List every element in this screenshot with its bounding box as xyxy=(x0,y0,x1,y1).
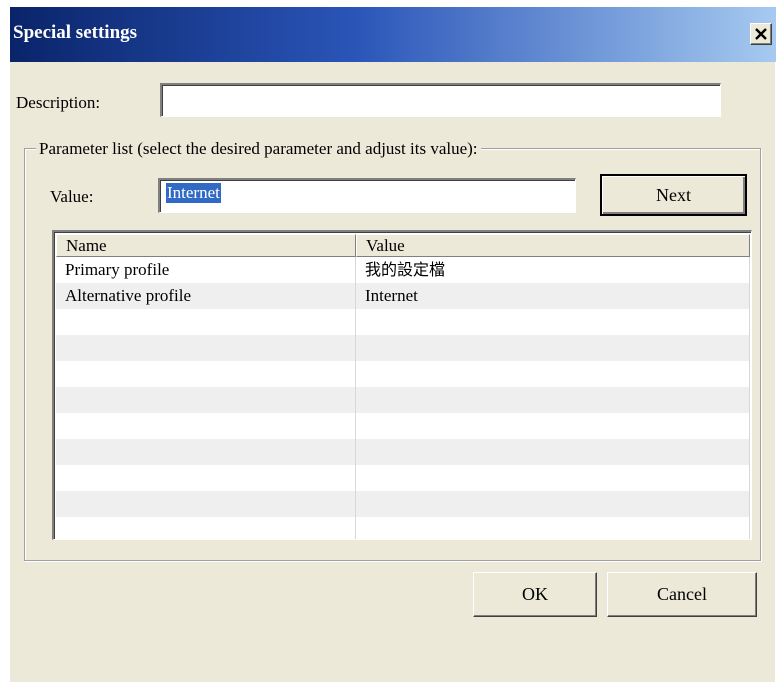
row-name-cell xyxy=(56,517,356,539)
column-header-value[interactable]: Value xyxy=(356,234,750,257)
row-value-cell: 我的設定檔 xyxy=(356,257,750,283)
table-row[interactable]: Primary profile 我的設定檔 xyxy=(56,257,750,283)
row-value-cell xyxy=(356,439,750,465)
row-name-cell xyxy=(56,335,356,361)
table-row[interactable] xyxy=(56,439,750,465)
row-name-cell xyxy=(56,413,356,439)
table-row[interactable] xyxy=(56,465,750,491)
value-input[interactable]: Internet xyxy=(158,178,576,213)
row-value-cell xyxy=(356,517,750,539)
table-row[interactable] xyxy=(56,361,750,387)
row-value-cell xyxy=(356,387,750,413)
table-row[interactable] xyxy=(56,517,750,539)
close-button[interactable] xyxy=(750,23,772,45)
row-name-cell xyxy=(56,439,356,465)
row-name-cell: Alternative profile xyxy=(56,283,356,309)
next-button[interactable]: Next xyxy=(600,174,747,216)
window-title: Special settings xyxy=(13,22,138,43)
title-bar[interactable]: Special settings xyxy=(10,7,776,62)
parameter-group-legend: Parameter list (select the desired param… xyxy=(36,139,481,159)
row-value-cell xyxy=(356,335,750,361)
special-settings-dialog: Special settings Description: Parameter … xyxy=(9,6,776,682)
cancel-button[interactable]: Cancel xyxy=(607,572,757,617)
row-value-cell: Internet xyxy=(356,283,750,309)
row-value-cell xyxy=(356,465,750,491)
list-body: Primary profile 我的設定檔 Alternative profil… xyxy=(56,257,750,539)
table-row[interactable] xyxy=(56,335,750,361)
row-name-cell: Primary profile xyxy=(56,257,356,283)
value-input-text: Internet xyxy=(166,183,221,203)
column-header-name[interactable]: Name xyxy=(56,234,356,257)
row-name-cell xyxy=(56,465,356,491)
list-header: Name Value xyxy=(56,234,750,257)
description-input[interactable] xyxy=(160,83,721,117)
table-row[interactable]: Alternative profile Internet xyxy=(56,283,750,309)
row-value-cell xyxy=(356,491,750,517)
table-row[interactable] xyxy=(56,491,750,517)
row-name-cell xyxy=(56,387,356,413)
value-label: Value: xyxy=(50,187,94,206)
parameter-list[interactable]: Name Value Primary profile 我的設定檔 Alterna… xyxy=(52,230,752,540)
row-name-cell xyxy=(56,309,356,335)
row-value-cell xyxy=(356,361,750,387)
row-name-cell xyxy=(56,491,356,517)
row-name-cell xyxy=(56,361,356,387)
table-row[interactable] xyxy=(56,413,750,439)
table-row[interactable] xyxy=(56,309,750,335)
description-label: Description: xyxy=(16,93,101,112)
row-value-cell xyxy=(356,413,750,439)
row-value-cell xyxy=(356,309,750,335)
close-icon xyxy=(755,28,767,40)
ok-button[interactable]: OK xyxy=(473,572,597,617)
table-row[interactable] xyxy=(56,387,750,413)
